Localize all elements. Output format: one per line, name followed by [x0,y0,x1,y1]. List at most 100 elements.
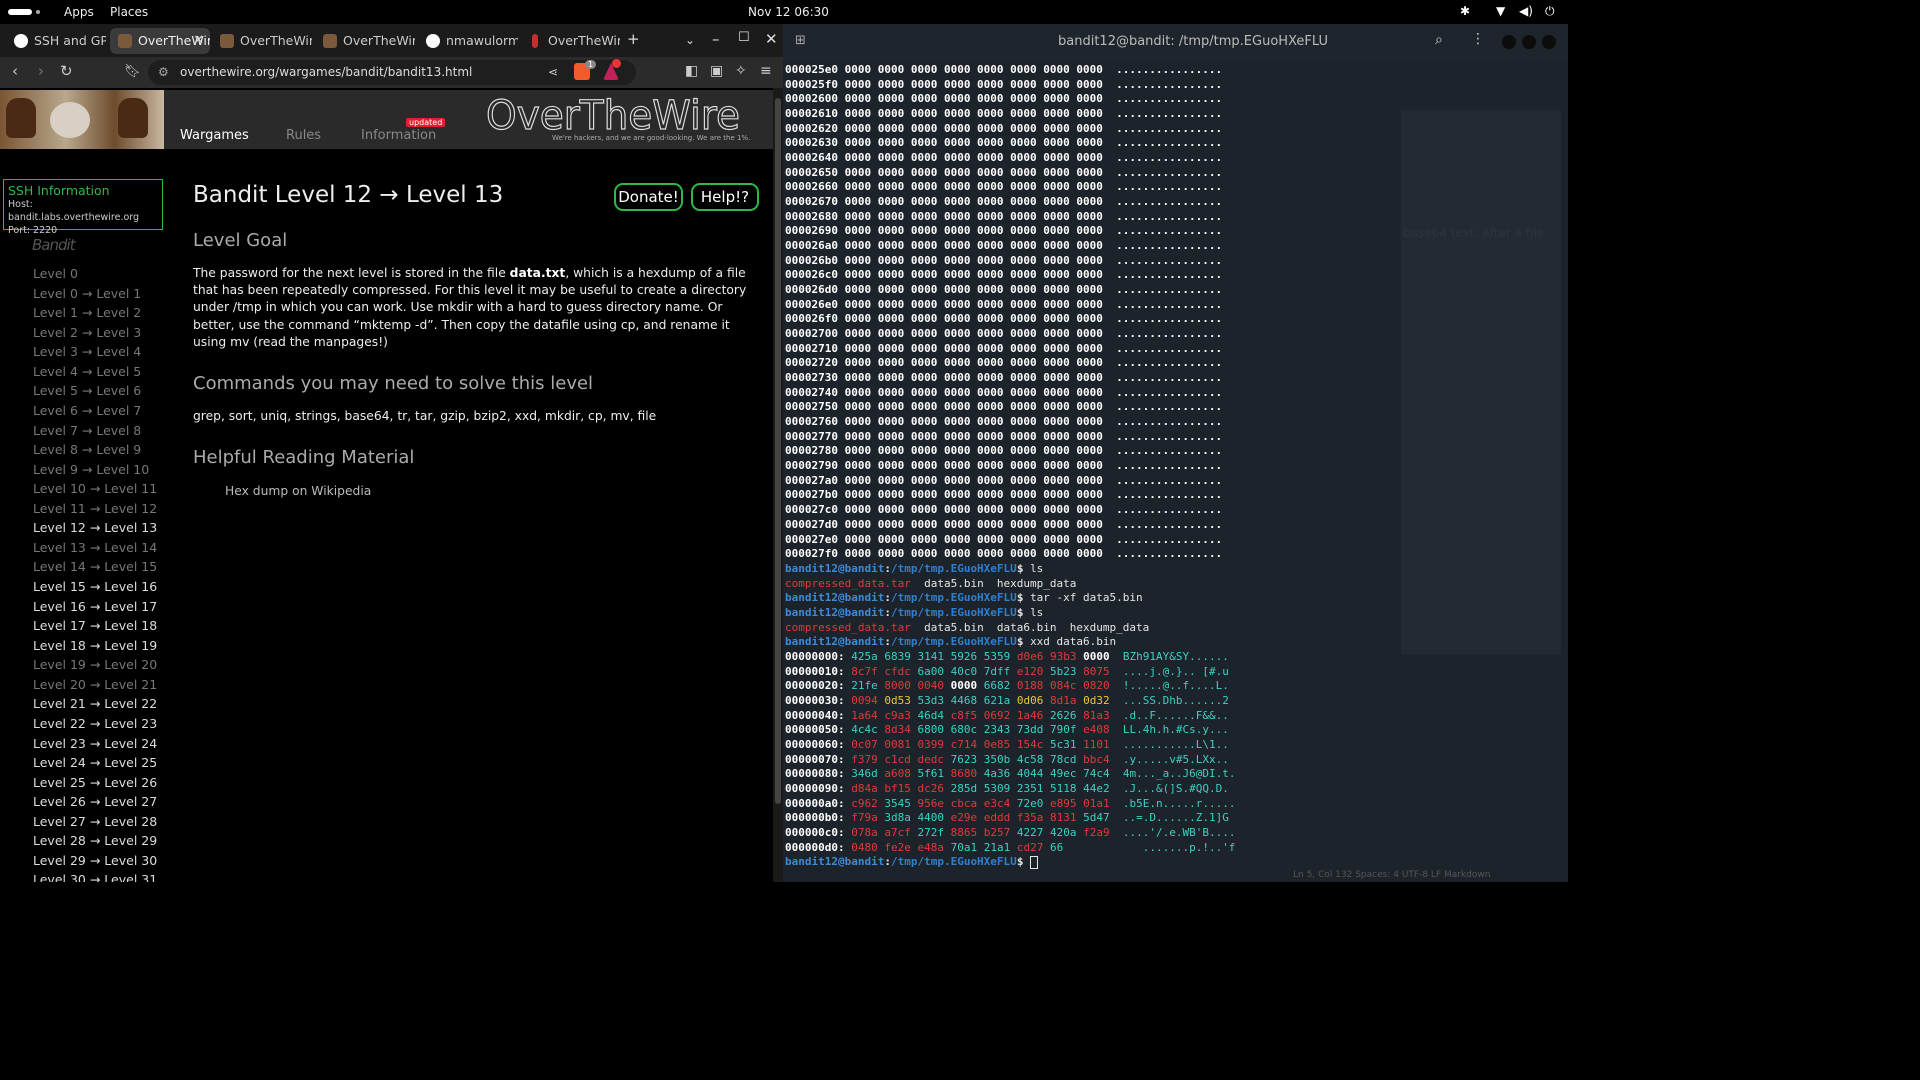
sidebar-level-link[interactable]: Level 8 → Level 9 [33,440,163,460]
main-content: Bandit Level 12 → Level 13 Level Goal Th… [193,170,753,498]
minimize-button[interactable] [1502,35,1516,49]
hexdump-wikipedia-link[interactable]: Hex dump on Wikipedia [225,484,753,498]
workspace-indicator[interactable] [8,9,32,15]
new-tab-terminal-icon[interactable]: ⊞ [795,33,806,48]
power-icon[interactable]: ⏻ [1545,4,1555,19]
leo-ai-icon[interactable]: ✧ [735,63,747,79]
wallet-icon[interactable]: ▣ [710,63,723,79]
sidebar-level-link[interactable]: Level 12 → Level 13 [33,518,163,538]
sidebar-level-link[interactable]: Level 22 → Level 23 [33,714,163,734]
terminal-title: bandit12@bandit: /tmp/tmp.EGuoHXeFLU [1058,34,1328,49]
ssh-host: Host: bandit.labs.overthewire.org [8,199,140,223]
sidebar-level-link[interactable]: Level 0 → Level 1 [33,284,163,304]
sidebar-level-link[interactable]: Level 25 → Level 26 [33,773,163,793]
hex-word: 425a [851,649,878,663]
domo-figure [118,98,148,138]
hex-word: 2351 [1016,781,1044,795]
hex-word: 44e2 [1083,781,1110,795]
volume-icon[interactable]: ◀) [1519,4,1533,18]
close-tab-icon[interactable]: ✕ [193,28,204,54]
forward-icon[interactable]: › [38,62,44,80]
sidebar-level-link[interactable]: Level 6 → Level 7 [33,401,163,421]
sidebar-level-link[interactable]: Level 23 → Level 24 [33,734,163,754]
maximize-button[interactable] [1522,35,1536,49]
terminal-output[interactable]: 000025e0 0000 0000 0000 0000 0000 0000 0… [785,63,1401,870]
sidebar-level-link[interactable]: Level 27 → Level 28 [33,812,163,832]
sidebar-level-link[interactable]: Level 28 → Level 29 [33,831,163,851]
new-tab-icon[interactable]: + [627,30,640,48]
sidebar-level-link[interactable]: Level 7 → Level 8 [33,421,163,441]
tab-overthewire[interactable]: OverTheWire [315,28,415,54]
minimize-icon[interactable]: – [712,30,720,48]
sidebar-level-link[interactable]: Level 14 → Level 15 [33,557,163,577]
sidebar-level-link[interactable]: Level 21 → Level 22 [33,694,163,714]
tab-ssh-gpg[interactable]: SSH and GPG [6,28,106,54]
close-button[interactable] [1542,35,1556,49]
sidebar-level-link[interactable]: Level 24 → Level 25 [33,753,163,773]
clock[interactable]: Nov 12 06:30 [748,5,829,19]
sidebar-level-link[interactable]: Level 10 → Level 11 [33,479,163,499]
sidebar-level-link[interactable]: Level 19 → Level 20 [33,655,163,675]
places-menu[interactable]: Places [110,5,148,19]
hex-ascii: .J...&(]S.#QQ.D. [1122,781,1229,795]
back-icon[interactable]: ‹ [12,62,18,80]
workspace-dot[interactable] [36,10,40,14]
sidebar-level-link[interactable]: Level 3 → Level 4 [33,342,163,362]
search-icon[interactable]: ⌕ [1435,32,1443,48]
page-scrollbar[interactable] [773,88,783,882]
sidebar-level-link[interactable]: Level 0 [33,264,163,284]
close-window-icon[interactable]: ✕ [765,30,778,48]
reload-icon[interactable]: ↻ [60,62,73,80]
share-icon[interactable]: ⋖ [548,60,558,85]
nav-information[interactable]: Information [361,128,436,143]
hex-ascii: ...SS.Dhb......2 [1122,693,1229,707]
sidebar-level-link[interactable]: Level 15 → Level 16 [33,577,163,597]
nav-wargames[interactable]: Wargames [180,128,249,143]
sidebar-level-link[interactable]: Level 29 → Level 30 [33,851,163,871]
sidebar-level-link[interactable]: Level 26 → Level 27 [33,792,163,812]
sidebar-level-link[interactable]: Level 9 → Level 10 [33,460,163,480]
maximize-icon[interactable]: ☐ [738,30,750,45]
hex-word: 285d [950,781,978,795]
tab-overthewire-active[interactable]: OverTheWire ✕ [110,28,210,54]
hexdump-line: 00002720 0000 0000 0000 0000 0000 0000 0… [785,356,1401,371]
sidebar-level-link[interactable]: Level 20 → Level 21 [33,675,163,695]
tab-github[interactable]: nmawulorm [418,28,518,54]
tab-overthewire[interactable]: OverTheWire [520,28,620,54]
sidebar-level-link[interactable]: Level 4 → Level 5 [33,362,163,382]
sidebar-level-link[interactable]: Level 18 → Level 19 [33,636,163,656]
tab-list-chevron-icon[interactable]: ⌄ [685,33,695,47]
sidebar-level-link[interactable]: Level 5 → Level 6 [33,381,163,401]
bluetooth-icon[interactable]: ✱ [1460,4,1470,18]
hex-ascii: ................ [1116,488,1223,502]
hex-bytes: 0000 0000 0000 0000 0000 0000 0000 0000 [844,429,1103,443]
hex-word: 70a1 [950,840,978,854]
bookmark-icon[interactable]: 🔖︎ [124,64,141,79]
sidebar-level-link[interactable]: Level 30 → Level 31 [33,870,163,882]
hex-word: 6839 [884,649,911,663]
hex-bytes: 0000 0000 0000 0000 0000 0000 0000 0000 [844,63,1103,76]
sidebar-toggle-icon[interactable]: ◧ [685,63,698,79]
overthewire-logo[interactable]: OverTheWire [484,93,744,135]
address-bar[interactable]: ⚙ overthewire.org/wargames/bandit/bandit… [148,60,636,85]
scrollbar-thumb[interactable] [775,98,781,804]
hex-word: f79a [851,811,878,825]
menu-icon[interactable]: ≡ [760,63,772,79]
xxd-line: 000000b0: f79a 3d8a 4400 e29e eddd f35a … [785,811,1401,826]
kebab-menu-icon[interactable]: ⋮ [1471,31,1485,47]
wifi-icon[interactable]: ▼ [1496,4,1505,18]
sidebar-level-link[interactable]: Level 11 → Level 12 [33,499,163,519]
sidebar-level-link[interactable]: Level 1 → Level 2 [33,303,163,323]
site-info-icon[interactable]: ⚙ [158,60,169,85]
xxd-line: 00000060: 0c07 0081 0399 c714 0e85 154c … [785,738,1401,753]
hex-offset: 000000a0: [785,796,845,810]
hex-word: 3545 [884,796,911,810]
sidebar-level-link[interactable]: Level 2 → Level 3 [33,323,163,343]
sidebar-level-link[interactable]: Level 13 → Level 14 [33,538,163,558]
tab-overthewire[interactable]: OverTheWire [212,28,312,54]
hexdump-line: 000026b0 0000 0000 0000 0000 0000 0000 0… [785,254,1401,269]
sidebar-level-link[interactable]: Level 16 → Level 17 [33,597,163,617]
sidebar-level-link[interactable]: Level 17 → Level 18 [33,616,163,636]
apps-menu[interactable]: Apps [64,5,94,19]
nav-rules[interactable]: Rules [286,128,321,143]
